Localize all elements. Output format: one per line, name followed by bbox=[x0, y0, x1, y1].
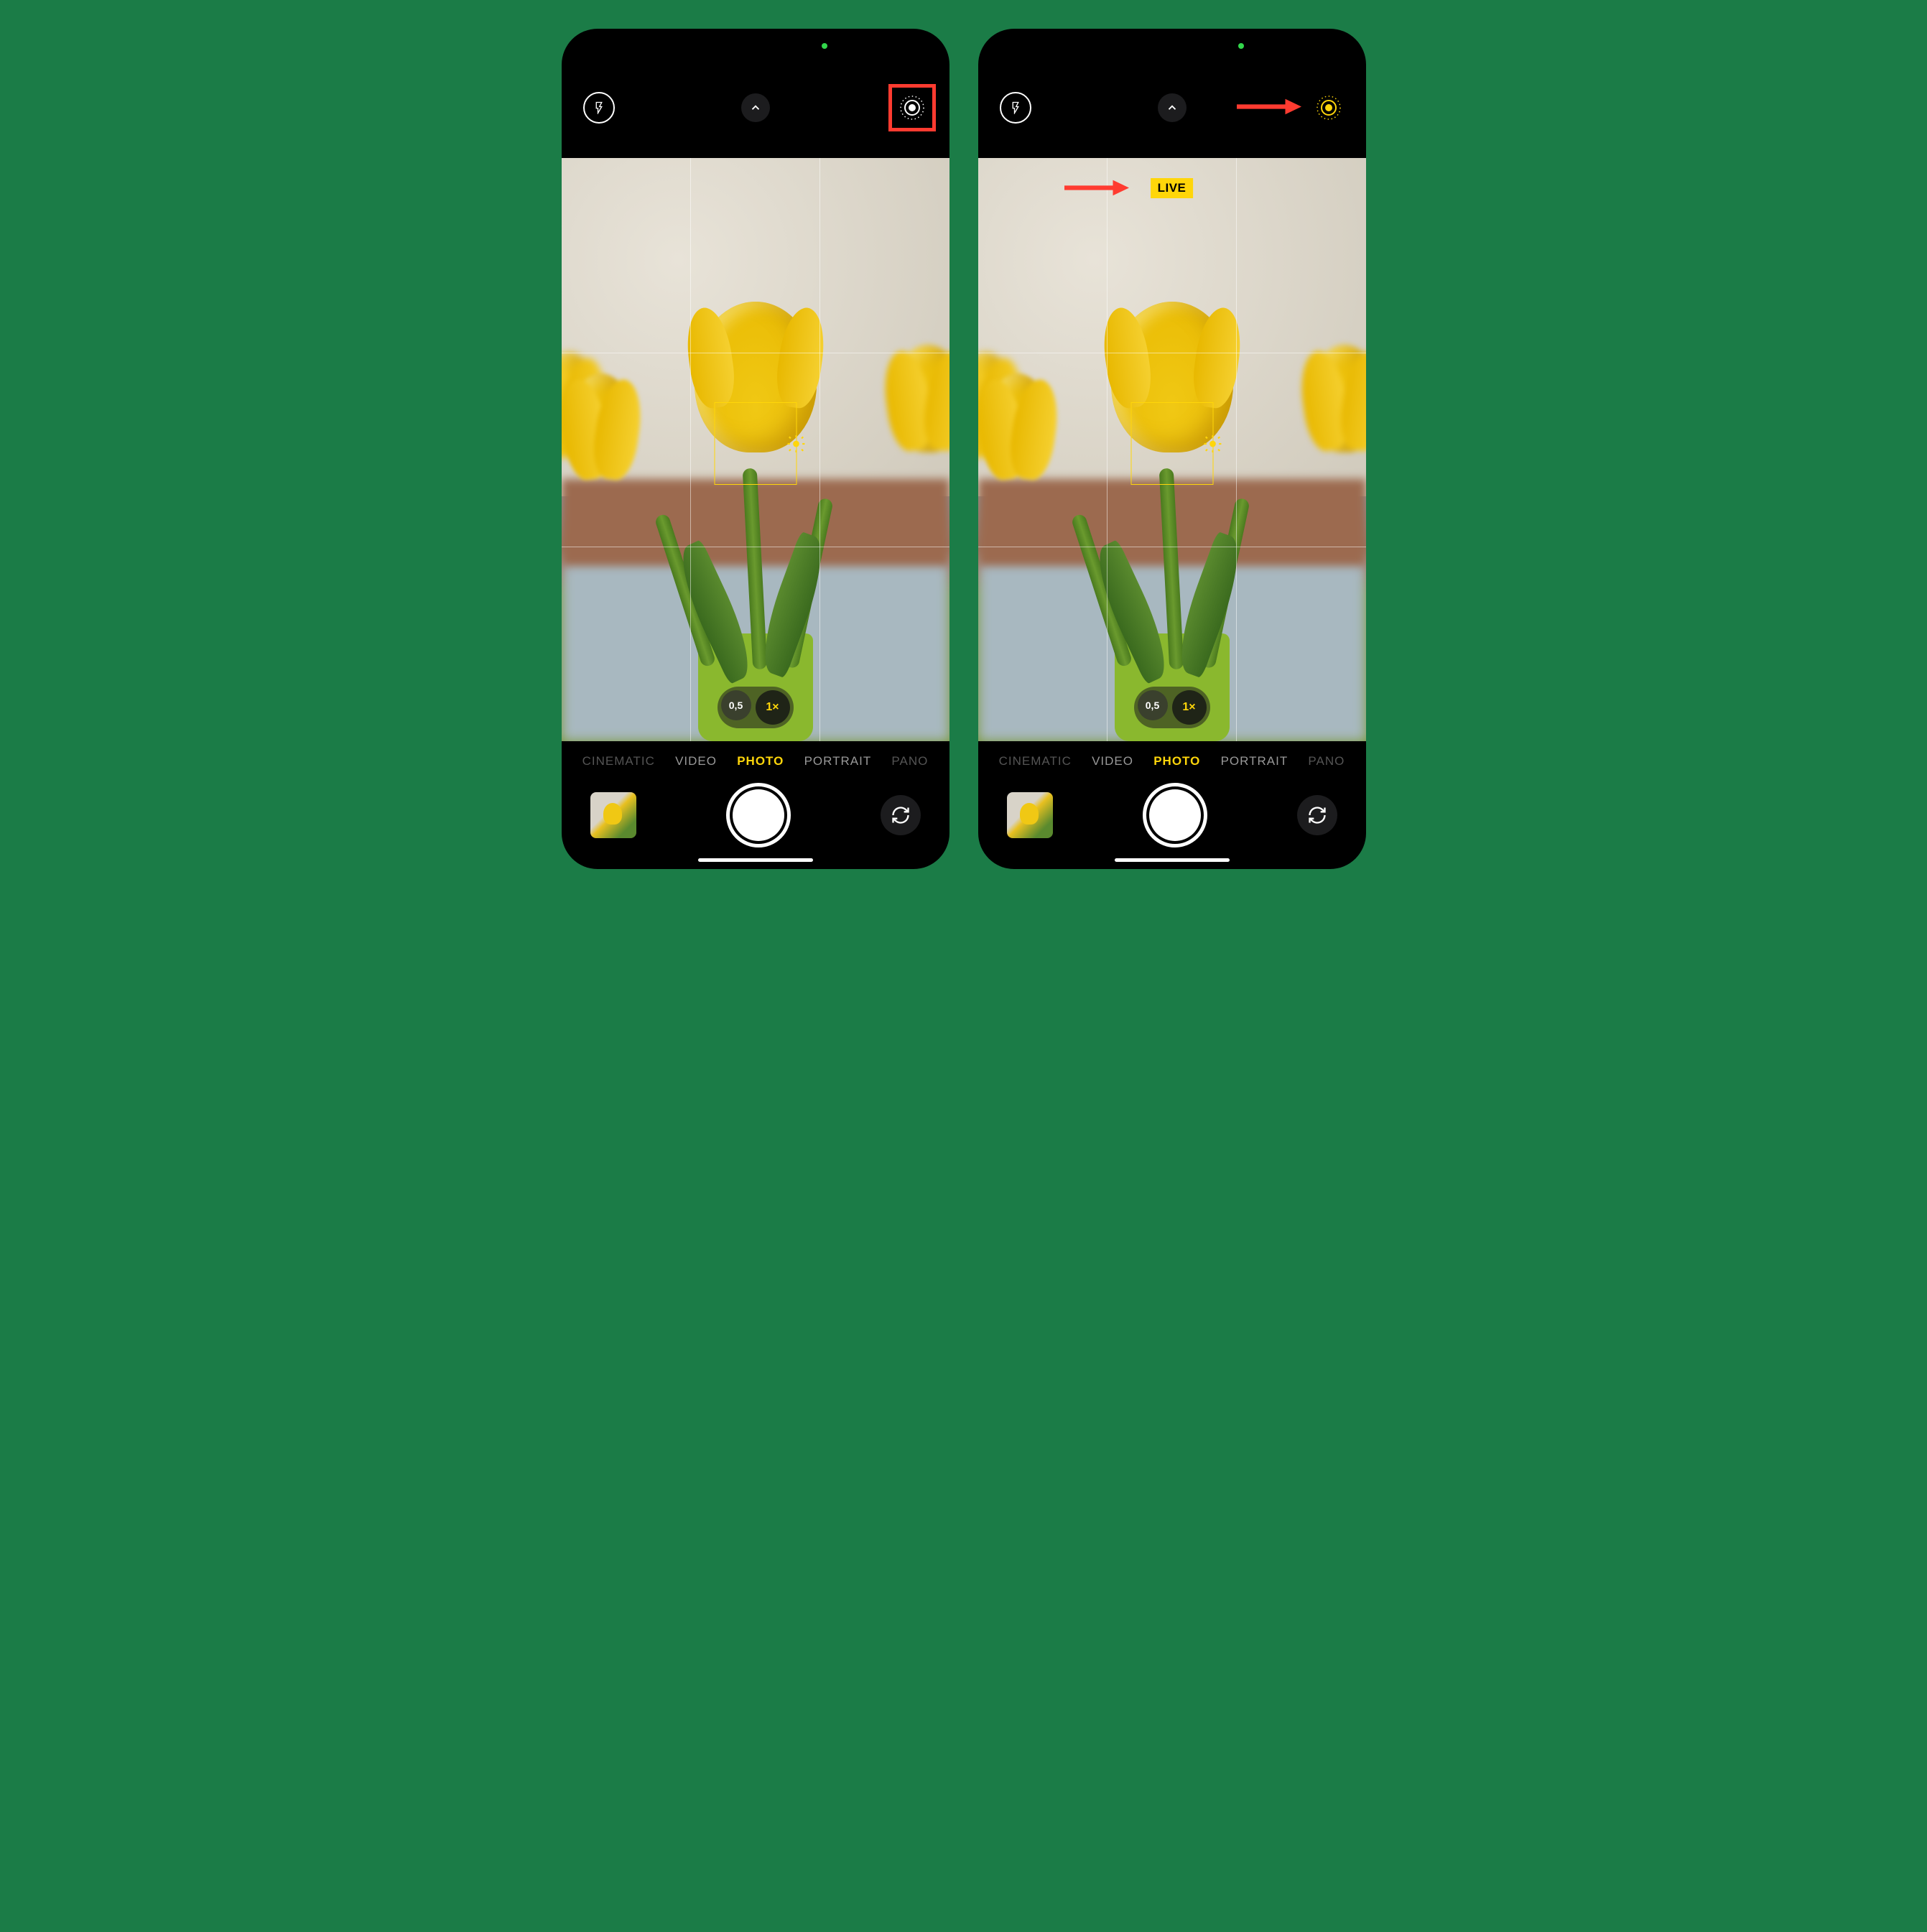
mode-cinematic[interactable]: CINEMATIC bbox=[999, 754, 1072, 768]
zoom-1x-button[interactable]: 1× bbox=[1172, 690, 1207, 725]
camera-modes-bar[interactable]: CINEMATIC VIDEO PHOTO PORTRAIT PANO bbox=[562, 741, 949, 776]
last-photo-thumbnail[interactable] bbox=[1007, 792, 1053, 838]
live-badge: LIVE bbox=[1151, 178, 1194, 198]
live-photo-icon bbox=[898, 93, 927, 122]
mode-photo[interactable]: PHOTO bbox=[737, 754, 784, 768]
zoom-controls: 0,5 1× bbox=[1134, 687, 1210, 728]
flash-button[interactable] bbox=[583, 92, 615, 124]
camera-flip-button[interactable] bbox=[1297, 795, 1337, 835]
camera-top-bar bbox=[562, 29, 949, 158]
zoom-controls: 0,5 1× bbox=[718, 687, 794, 728]
mode-portrait[interactable]: PORTRAIT bbox=[1221, 754, 1288, 768]
home-indicator[interactable] bbox=[698, 858, 813, 862]
screenshot-left: 0,5 1× CINEMATIC VIDEO PHOTO PORTRAIT PA… bbox=[562, 29, 949, 869]
camera-flip-icon bbox=[1307, 805, 1327, 825]
camera-flip-icon bbox=[891, 805, 911, 825]
shutter-button[interactable] bbox=[726, 783, 791, 847]
mode-video[interactable]: VIDEO bbox=[1092, 754, 1133, 768]
live-photo-icon bbox=[1314, 93, 1343, 122]
zoom-0-5x-button[interactable]: 0,5 bbox=[721, 690, 751, 720]
shutter-button[interactable] bbox=[1143, 783, 1207, 847]
focus-indicator[interactable] bbox=[1130, 402, 1213, 485]
camera-settings-expand-button[interactable] bbox=[741, 93, 770, 122]
camera-bottom-controls bbox=[562, 776, 949, 869]
zoom-1x-button[interactable]: 1× bbox=[756, 690, 790, 725]
camera-flip-button[interactable] bbox=[881, 795, 921, 835]
live-photo-button[interactable] bbox=[1313, 92, 1345, 124]
mode-cinematic[interactable]: CINEMATIC bbox=[582, 754, 655, 768]
camera-viewfinder[interactable]: 0,5 1× bbox=[562, 158, 949, 741]
camera-viewfinder[interactable]: LIVE 0,5 1× bbox=[978, 158, 1366, 741]
mode-pano[interactable]: PANO bbox=[891, 754, 928, 768]
mode-video[interactable]: VIDEO bbox=[675, 754, 717, 768]
flash-button[interactable] bbox=[1000, 92, 1031, 124]
flash-icon bbox=[1009, 101, 1022, 114]
camera-bottom-controls bbox=[978, 776, 1366, 869]
chevron-up-icon bbox=[1166, 101, 1179, 114]
flash-icon bbox=[593, 101, 605, 114]
focus-indicator[interactable] bbox=[714, 402, 797, 485]
exposure-sun-icon[interactable] bbox=[1203, 435, 1222, 453]
zoom-0-5x-button[interactable]: 0,5 bbox=[1138, 690, 1168, 720]
camera-settings-expand-button[interactable] bbox=[1158, 93, 1187, 122]
mode-pano[interactable]: PANO bbox=[1308, 754, 1345, 768]
annotation-arrow-icon bbox=[1237, 97, 1301, 116]
live-photo-button[interactable] bbox=[896, 92, 928, 124]
screenshot-right: LIVE 0,5 1× CINEMATIC VIDEO PHOTO bbox=[978, 29, 1366, 869]
mode-portrait[interactable]: PORTRAIT bbox=[804, 754, 872, 768]
last-photo-thumbnail[interactable] bbox=[590, 792, 636, 838]
exposure-sun-icon[interactable] bbox=[786, 435, 805, 453]
mode-photo[interactable]: PHOTO bbox=[1153, 754, 1200, 768]
camera-modes-bar[interactable]: CINEMATIC VIDEO PHOTO PORTRAIT PANO bbox=[978, 741, 1366, 776]
chevron-up-icon bbox=[749, 101, 762, 114]
camera-top-bar bbox=[978, 29, 1366, 158]
home-indicator[interactable] bbox=[1115, 858, 1230, 862]
